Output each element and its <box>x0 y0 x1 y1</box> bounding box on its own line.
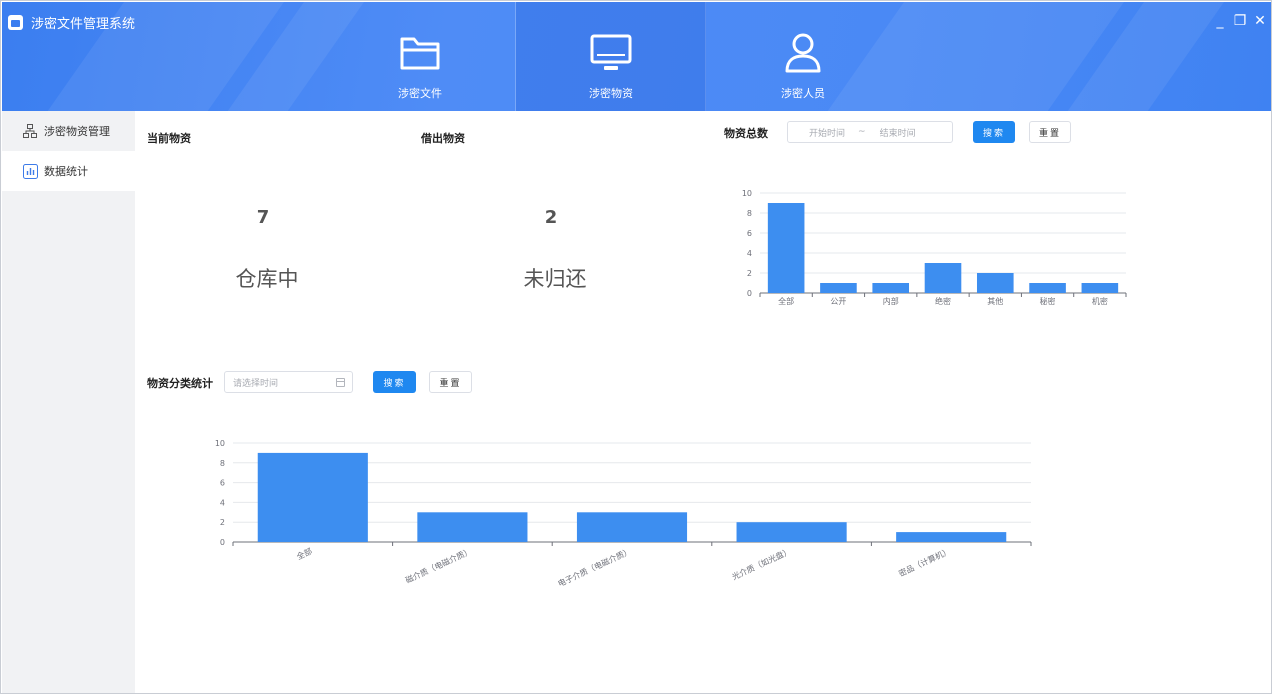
category-stats-chart: 0 2 4 6 8 10 全部 磁介质（电磁介质） 电子介质（电磁介质） 光介质（如光盘） 密品（计… <box>215 439 1032 589</box>
user-icon <box>783 32 823 74</box>
nav-tab-materials[interactable]: 涉密物资 <box>516 2 706 111</box>
x-tick-label: 其他 <box>987 296 1003 306</box>
bar <box>924 263 962 293</box>
category-reset-button[interactable]: 重置 <box>429 371 472 393</box>
bar <box>976 273 1014 293</box>
y-tick-label: 6 <box>220 479 225 488</box>
folder-icon <box>399 32 441 74</box>
start-date-input[interactable]: 开始时间 <box>809 126 845 139</box>
nav-tab-personnel-label: 涉密人员 <box>781 87 825 100</box>
bar <box>872 283 910 293</box>
category-stats-title: 物资分类统计 <box>147 377 213 390</box>
minimize-icon[interactable]: _ <box>1213 14 1227 28</box>
date-picker[interactable]: 请选择时间 <box>224 371 353 393</box>
bar-chart-icon <box>22 163 38 179</box>
bar <box>417 512 528 542</box>
bar <box>1081 283 1119 293</box>
y-tick-label: 2 <box>747 269 752 278</box>
x-tick-label: 电子介质（电磁介质） <box>556 546 633 589</box>
date-range-picker[interactable]: 开始时间 ~ 结束时间 <box>787 121 953 143</box>
bar <box>767 203 805 293</box>
bar <box>257 452 368 542</box>
end-date-input[interactable]: 结束时间 <box>880 126 916 139</box>
x-tick-label: 密品（计算机） <box>897 546 952 579</box>
sidebar-item-label: 涉密物资管理 <box>44 125 110 138</box>
x-tick-label: 机密 <box>1092 296 1108 306</box>
sidebar-item-label: 数据统计 <box>44 165 88 178</box>
y-tick-label: 2 <box>220 518 225 527</box>
category-search-button[interactable]: 搜索 <box>373 371 416 393</box>
x-tick-label: 光介质（如光盘） <box>730 546 792 582</box>
bar <box>576 512 688 542</box>
x-tick-label: 磁介质（电磁介质） <box>404 546 473 585</box>
bar <box>736 522 847 542</box>
x-tick-label: 绝密 <box>935 296 951 306</box>
nav-tab-personnel[interactable]: 涉密人员 <box>708 2 898 111</box>
sidebar: 涉密物资管理 数据统计 <box>2 111 135 693</box>
x-tick-label: 全部 <box>295 546 314 562</box>
date-range-separator: ~ <box>858 127 866 137</box>
bar <box>1029 283 1066 293</box>
borrowed-materials-label: 未归还 <box>523 267 587 291</box>
total-search-button[interactable]: 搜索 <box>973 121 1015 143</box>
borrowed-materials-title: 借出物资 <box>421 132 465 145</box>
sidebar-item-material-management[interactable]: 涉密物资管理 <box>2 111 135 151</box>
y-tick-label: 4 <box>220 498 225 507</box>
close-icon[interactable]: ✕ <box>1253 14 1267 28</box>
total-materials-chart: 0 2 4 6 8 10 全部 公开 内部 绝密 其他 秘密 机密 <box>742 189 1127 306</box>
bar <box>820 283 857 293</box>
y-tick-label: 8 <box>747 209 752 218</box>
app-title: 涉密文件管理系统 <box>8 13 135 32</box>
main-content: 当前物资 借出物资 7 仓库中 2 未归还 物资总数 开始时间 ~ 结束时间 搜… <box>135 111 1271 693</box>
app-window: 涉密文件管理系统 涉密文件 涉密物资 涉密人员 _ ❐ ✕ 涉密物资管理 数据统… <box>0 0 1272 694</box>
monitor-icon <box>589 32 633 74</box>
borrowed-materials-count: 2 <box>544 207 558 228</box>
y-tick-label: 4 <box>747 249 752 258</box>
total-reset-button[interactable]: 重置 <box>1029 121 1071 143</box>
current-materials-label: 仓库中 <box>235 267 299 291</box>
app-title-text: 涉密文件管理系统 <box>31 17 136 32</box>
total-materials-title: 物资总数 <box>724 127 768 140</box>
calendar-icon <box>336 378 345 387</box>
x-tick-label: 内部 <box>883 296 899 306</box>
current-materials-title: 当前物资 <box>147 132 191 145</box>
y-tick-label: 0 <box>747 289 752 298</box>
x-tick-label: 全部 <box>778 296 794 306</box>
sidebar-item-statistics[interactable]: 数据统计 <box>2 151 135 191</box>
y-tick-label: 10 <box>215 439 225 448</box>
nav-tab-materials-label: 涉密物资 <box>589 87 633 100</box>
y-tick-label: 10 <box>742 189 752 198</box>
nav-tab-files-label: 涉密文件 <box>398 87 442 100</box>
y-tick-label: 8 <box>220 459 225 468</box>
x-tick-label: 秘密 <box>1040 296 1056 306</box>
app-logo-icon <box>8 15 23 30</box>
y-tick-label: 6 <box>747 229 752 238</box>
x-tick-label: 公开 <box>830 297 846 306</box>
restore-icon[interactable]: ❐ <box>1233 14 1247 28</box>
nav-tab-files[interactable]: 涉密文件 <box>325 2 515 111</box>
y-tick-label: 0 <box>220 538 225 547</box>
hierarchy-icon <box>22 123 38 139</box>
date-picker-input[interactable]: 请选择时间 <box>233 376 278 389</box>
current-materials-count: 7 <box>256 207 270 228</box>
top-header: 涉密文件管理系统 涉密文件 涉密物资 涉密人员 _ ❐ ✕ <box>2 2 1271 111</box>
window-controls: _ ❐ ✕ <box>1213 14 1267 28</box>
bar <box>896 532 1007 542</box>
